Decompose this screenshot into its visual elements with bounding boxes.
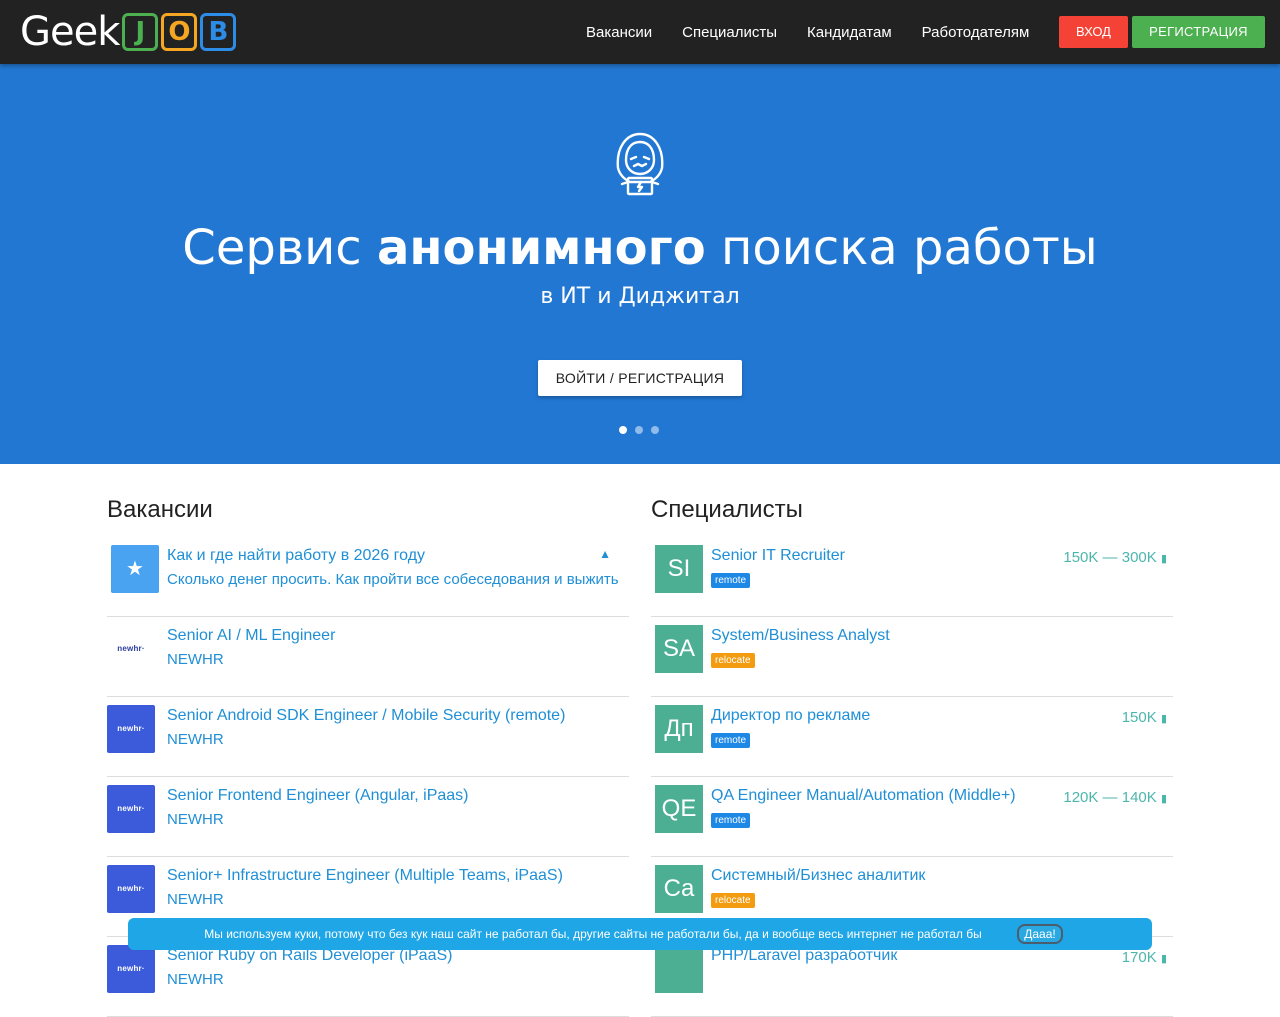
specialist-title[interactable]: Системный/Бизнес аналитик	[711, 867, 925, 885]
status-badge: relocate	[711, 653, 755, 668]
specialist-row[interactable]: SI Senior IT Recruiter remote 150K — 300…	[651, 537, 1173, 617]
hero-title: Сервис анонимного поиска работы	[0, 218, 1280, 278]
top-navbar: Geek J O B Вакансии Специалисты Кандидат…	[0, 0, 1280, 64]
carousel-dot[interactable]	[619, 426, 627, 434]
vacancy-title[interactable]: Senior Android SDK Engineer / Mobile Sec…	[167, 707, 565, 725]
avatar: SA	[655, 625, 703, 673]
avatar	[655, 945, 703, 993]
logo-text: Geek	[20, 9, 120, 55]
avatar: Ca	[655, 865, 703, 913]
status-badge: relocate	[711, 893, 755, 908]
status-badge: remote	[711, 813, 751, 828]
hacker-icon	[616, 132, 664, 196]
wallet-icon: ▮	[1160, 713, 1167, 725]
status-badge: remote	[711, 573, 751, 588]
nav-employers[interactable]: Работодателям	[922, 24, 1030, 41]
carousel-dot[interactable]	[635, 426, 643, 434]
register-button[interactable]: РЕГИСТРАЦИЯ	[1132, 16, 1265, 48]
specialist-row[interactable]: SA System/Business Analyst relocate	[651, 617, 1173, 697]
salary: 120K — 140K ▮	[1063, 789, 1167, 806]
salary-value: 170K	[1121, 949, 1157, 966]
specialist-title[interactable]: Директор по рекламе	[711, 707, 870, 725]
wallet-icon: ▮	[1160, 553, 1167, 565]
hero-title-pre: Сервис	[182, 220, 377, 276]
login-register-button[interactable]: ВОЙТИ / РЕГИСТРАЦИЯ	[538, 360, 742, 396]
salary: 150K ▮	[1122, 709, 1167, 726]
carousel-dot[interactable]	[651, 426, 659, 434]
promo-icon: ★	[111, 545, 159, 593]
hero-title-post: поиска работы	[705, 220, 1098, 276]
salary: 170K ▮	[1122, 949, 1167, 966]
main-nav: Вакансии Специалисты Кандидатам Работода…	[586, 0, 1059, 64]
salary-value: 150K — 300K	[1063, 549, 1157, 566]
salary-value: 120K — 140K	[1063, 789, 1157, 806]
vacancy-title[interactable]: Senior AI / ML Engineer	[167, 627, 335, 645]
nav-specialists[interactable]: Специалисты	[682, 24, 777, 41]
avatar: QE	[655, 785, 703, 833]
company-logo: newhr·	[107, 785, 155, 833]
logo-letter-b: B	[200, 13, 237, 51]
vacancy-company[interactable]: NEWHR	[167, 971, 224, 988]
logo-letter-o: O	[161, 13, 198, 51]
company-logo: newhr·	[107, 625, 155, 673]
vacancy-company[interactable]: NEWHR	[167, 891, 224, 908]
vacancy-row[interactable]: newhr· Senior Frontend Engineer (Angular…	[107, 777, 629, 857]
company-logo: newhr·	[107, 945, 155, 993]
vacancy-company[interactable]: NEWHR	[167, 811, 224, 828]
carousel-dots	[619, 426, 667, 434]
vacancy-row[interactable]: newhr· Senior Android SDK Engineer / Mob…	[107, 697, 629, 777]
status-badge: remote	[711, 733, 751, 748]
wallet-icon: ▮	[1160, 793, 1167, 805]
logo-letter-j: J	[122, 13, 159, 51]
wallet-icon: ▮	[1160, 953, 1167, 965]
cookie-text: Мы используем куки, потому что без кук н…	[204, 927, 982, 941]
specialist-title[interactable]: Senior IT Recruiter	[711, 547, 845, 565]
avatar: SI	[655, 545, 703, 593]
vacancy-row[interactable]: newhr· Senior AI / ML Engineer NEWHR	[107, 617, 629, 697]
company-logo: newhr·	[107, 705, 155, 753]
salary-value: 150K	[1121, 709, 1157, 726]
company-logo: newhr·	[107, 865, 155, 913]
hero-banner: Сервис анонимного поиска работы в ИТ и Д…	[0, 64, 1280, 464]
vacancy-title[interactable]: Senior Frontend Engineer (Angular, iPaas…	[167, 787, 469, 805]
specialist-title[interactable]: System/Business Analyst	[711, 627, 890, 645]
vacancy-company[interactable]: NEWHR	[167, 651, 224, 668]
hero-subtitle: в ИТ и Диджитал	[540, 284, 740, 309]
login-button[interactable]: ВХОД	[1059, 16, 1128, 48]
vacancy-title[interactable]: Senior+ Infrastructure Engineer (Multipl…	[167, 867, 563, 885]
avatar: Дп	[655, 705, 703, 753]
hero-title-bold: анонимного	[376, 220, 706, 276]
vacancies-title: Вакансии	[107, 496, 213, 523]
vacancy-subtitle: Сколько денег просить. Как пройти все со…	[167, 571, 619, 588]
pin-icon: ▲	[599, 547, 611, 561]
specialists-title: Специалисты	[651, 496, 803, 523]
vacancy-company[interactable]: NEWHR	[167, 731, 224, 748]
nav-vacancies[interactable]: Вакансии	[586, 24, 652, 41]
cookie-accept-button[interactable]: Дааа!	[1017, 924, 1063, 944]
vacancy-row[interactable]: ★ Как и где найти работу в 2026 году Ско…	[107, 537, 629, 617]
vacancy-title[interactable]: Как и где найти работу в 2026 году	[167, 547, 425, 565]
specialist-row[interactable]: QE QA Engineer Manual/Automation (Middle…	[651, 777, 1173, 857]
nav-candidates[interactable]: Кандидатам	[807, 24, 892, 41]
specialist-title[interactable]: QA Engineer Manual/Automation (Middle+)	[711, 787, 1016, 805]
cookie-banner: Мы используем куки, потому что без кук н…	[128, 918, 1152, 950]
specialist-row[interactable]: Дп Директор по рекламе remote 150K ▮	[651, 697, 1173, 777]
salary: 150K — 300K ▮	[1063, 549, 1167, 566]
logo[interactable]: Geek J O B	[20, 9, 237, 55]
